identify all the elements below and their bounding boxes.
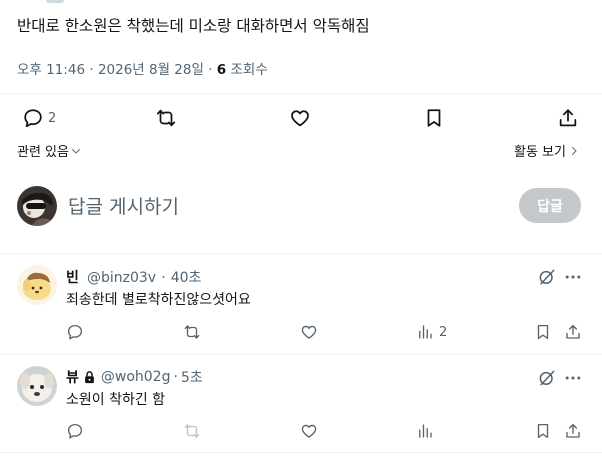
views-count: 6 [216, 62, 227, 78]
reply-icon [24, 109, 42, 128]
bookmark-action[interactable] [534, 422, 552, 440]
related-label: 관련 있음 [17, 145, 69, 160]
reply-avatar[interactable] [17, 366, 57, 406]
reply-header: 빈 @binz03v · 40초 [66, 267, 201, 287]
reply-icon [67, 324, 83, 340]
reply-author-name[interactable]: 빈 [66, 270, 79, 286]
divider [0, 93, 602, 94]
share-action[interactable] [564, 422, 582, 440]
reply-author-handle[interactable]: @woh02g [101, 369, 171, 385]
reply-header: 뷰 @woh02g · 5초 [66, 367, 203, 387]
grok-button[interactable] [537, 368, 557, 388]
reply-time[interactable]: 40초 [171, 270, 202, 286]
bookmark-icon [427, 109, 441, 127]
grok-icon [539, 370, 555, 386]
like-action[interactable] [300, 422, 318, 440]
compose-reply-button[interactable]: 답글 [519, 188, 581, 223]
meta-separator: · [173, 369, 178, 385]
views-icon [419, 424, 432, 438]
like-action[interactable] [289, 107, 311, 129]
meta-separator: · [208, 62, 213, 78]
retweet-icon [184, 325, 200, 339]
divider [0, 452, 602, 453]
reply-count: 2 [48, 110, 57, 126]
more-options-button[interactable] [563, 368, 583, 388]
retweet-action[interactable] [183, 323, 201, 341]
meta-separator: · [89, 62, 94, 78]
reply-icon [67, 423, 83, 439]
chevron-right-icon [572, 146, 577, 155]
bookmark-action[interactable] [423, 107, 445, 129]
tweet-date[interactable]: 2026년 8월 28일 [98, 62, 204, 78]
reply-time[interactable]: 5초 [181, 367, 203, 387]
retweet-icon [156, 109, 176, 127]
more-icon [565, 275, 581, 279]
retweet-icon [184, 424, 200, 438]
reply-author-handle[interactable]: @binz03v [87, 270, 156, 286]
previous-element-fragment [46, 0, 64, 3]
bookmark-icon [537, 423, 549, 439]
meta-separator: · [161, 270, 166, 286]
share-action[interactable] [557, 107, 579, 129]
chevron-down-icon [72, 148, 80, 153]
compose-reply-button-label: 답글 [537, 198, 563, 215]
heart-icon [291, 110, 309, 127]
bookmark-icon [537, 324, 549, 340]
reply-action[interactable]: 2 [22, 107, 56, 129]
view-activity-label: 활동 보기 [514, 145, 566, 160]
heart-icon [301, 325, 317, 339]
views-label: 조회수 [230, 62, 268, 78]
share-icon [566, 324, 580, 339]
reply-text: 죄송한데 별로착하진않으셧어요 [66, 292, 251, 308]
reply-text: 소원이 착하긴 함 [66, 392, 166, 408]
like-action[interactable] [300, 323, 318, 341]
grok-icon [539, 269, 555, 285]
related-toggle[interactable]: 관련 있음 [17, 141, 82, 160]
share-icon [559, 109, 577, 127]
retweet-action-disabled [183, 422, 201, 440]
heart-icon [301, 424, 317, 438]
grok-button[interactable] [537, 267, 557, 287]
bookmark-action[interactable] [534, 323, 552, 341]
compose-avatar[interactable] [17, 186, 57, 226]
lock-icon [85, 370, 94, 383]
retweet-action[interactable] [155, 107, 177, 129]
views-count: 2 [439, 324, 448, 340]
view-activity-link[interactable]: 활동 보기 [514, 141, 580, 160]
more-icon [565, 376, 581, 380]
tweet-meta: 오후 11:46 · 2026년 8월 28일 · 6 조회수 [17, 58, 268, 78]
views-action[interactable] [416, 422, 434, 440]
views-action[interactable]: 2 [416, 323, 447, 341]
tweet-text: 반대로 한소원은 착했는데 미소랑 대화하면서 악독해짐 [17, 17, 370, 35]
reply-action[interactable] [66, 323, 84, 341]
compose-input[interactable]: 답글 게시하기 [68, 192, 179, 219]
tweet-time[interactable]: 오후 11:46 [17, 62, 85, 78]
views-icon [419, 325, 432, 339]
reply-action[interactable] [66, 422, 84, 440]
divider [0, 354, 602, 355]
reply-author-name[interactable]: 뷰 [66, 367, 79, 387]
divider [0, 253, 602, 254]
share-icon [566, 423, 580, 438]
reply-avatar[interactable] [17, 265, 57, 305]
more-options-button[interactable] [563, 267, 583, 287]
share-action[interactable] [564, 323, 582, 341]
